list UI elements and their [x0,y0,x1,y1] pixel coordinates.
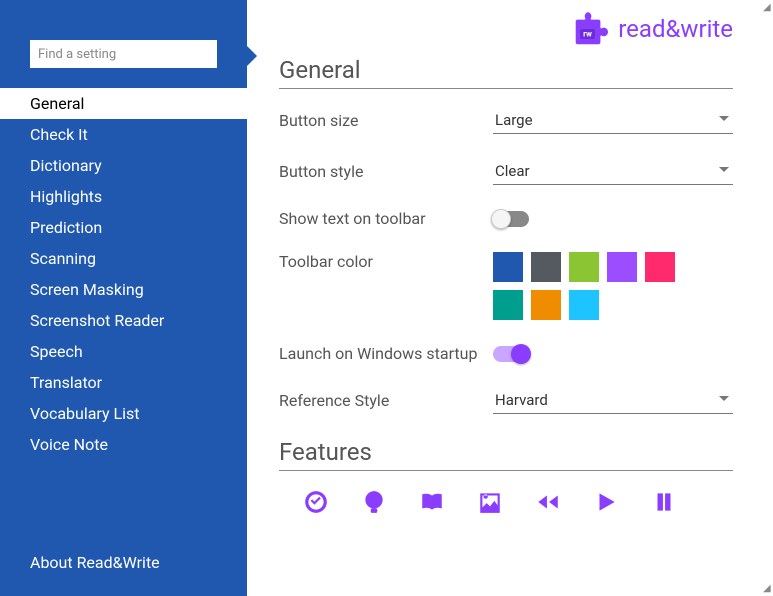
button-size-label: Button size [279,111,493,130]
main-panel: rw read&write General Button size Large … [247,0,773,596]
nav-screenshot-reader[interactable]: Screenshot Reader [0,305,247,336]
reference-style-label: Reference Style [279,391,493,410]
nav-highlights[interactable]: Highlights [0,181,247,212]
rewind-icon[interactable] [535,489,561,515]
launch-toggle[interactable] [493,346,529,362]
nav-voice-note[interactable]: Voice Note [0,429,247,460]
nav-check-it[interactable]: Check It [0,119,247,150]
nav-translator[interactable]: Translator [0,367,247,398]
image-icon[interactable] [477,489,503,515]
color-swatch-grey[interactable] [531,252,561,282]
toolbar-color-grid [493,252,693,320]
nav-vocabulary-list[interactable]: Vocabulary List [0,398,247,429]
feature-icon-row [279,489,733,515]
color-swatch-pink[interactable] [645,252,675,282]
reference-style-select[interactable]: Harvard [493,387,733,414]
section-title-features: Features [279,438,733,471]
color-swatch-blue[interactable] [493,252,523,282]
svg-text:rw: rw [583,30,592,39]
nav-prediction[interactable]: Prediction [0,212,247,243]
check-icon[interactable] [303,489,329,515]
launch-label: Launch on Windows startup [279,344,493,363]
brand-logo: rw read&write [279,12,733,46]
button-style-select[interactable]: Clear [493,158,733,185]
pause-icon[interactable] [651,489,677,515]
nav-scanning[interactable]: Scanning [0,243,247,274]
button-style-label: Button style [279,162,493,181]
settings-sidebar: General Check It Dictionary Highlights P… [0,0,247,596]
about-link[interactable]: About Read&Write [0,533,247,596]
show-text-toggle[interactable] [493,211,529,227]
puzzle-icon: rw [572,12,610,46]
color-swatch-purple[interactable] [607,252,637,282]
button-size-select[interactable]: Large [493,107,733,134]
color-swatch-green[interactable] [569,252,599,282]
globe-icon[interactable] [361,489,387,515]
section-title-general: General [279,56,733,89]
nav-screen-masking[interactable]: Screen Masking [0,274,247,305]
color-swatch-orange[interactable] [531,290,561,320]
nav-speech[interactable]: Speech [0,336,247,367]
search-input[interactable] [30,40,217,68]
toolbar-color-label: Toolbar color [279,252,493,271]
color-swatch-cyan[interactable] [569,290,599,320]
scroll-up-indicator[interactable]: ◢ [763,2,773,13]
nav-general[interactable]: General [0,88,247,119]
play-icon[interactable] [593,489,619,515]
settings-nav: General Check It Dictionary Highlights P… [0,88,247,460]
book-icon[interactable] [419,489,445,515]
color-swatch-teal[interactable] [493,290,523,320]
show-text-label: Show text on toolbar [279,209,493,228]
brand-text: read&write [618,15,733,43]
nav-dictionary[interactable]: Dictionary [0,150,247,181]
scroll-down-indicator[interactable]: ◢ [763,583,773,594]
